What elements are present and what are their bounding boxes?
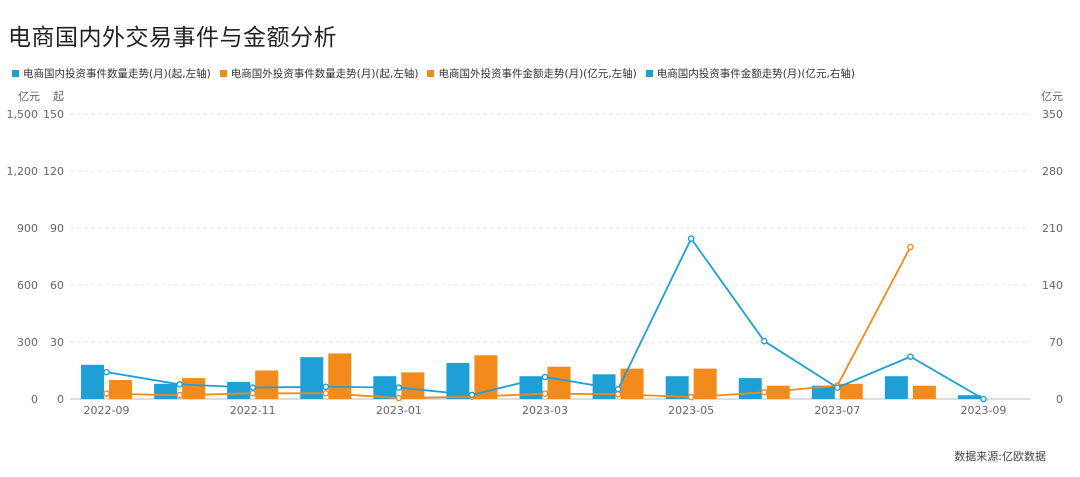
foreign-amount-point xyxy=(322,389,330,397)
domestic-amount-point xyxy=(834,384,841,391)
right-tick-label: 350 xyxy=(1042,108,1063,121)
x-tick-label: 2023-01 xyxy=(376,404,422,417)
bar-foreign-count xyxy=(255,370,279,399)
x-tick-label: 2023-09 xyxy=(960,404,1006,417)
left-count-tick-label: 150 xyxy=(43,108,64,121)
bar-domestic-count xyxy=(81,364,105,399)
bar-foreign-count xyxy=(693,368,717,399)
bar-foreign-count xyxy=(839,383,863,399)
foreign-amount-point xyxy=(907,243,914,251)
domestic-amount-point xyxy=(614,385,622,393)
x-tick-label: 2022-09 xyxy=(84,404,130,417)
right-tick-label: 0 xyxy=(1056,393,1063,406)
bar-foreign-count xyxy=(474,355,498,399)
bar-domestic-count xyxy=(884,376,908,399)
domestic-amount-point xyxy=(468,391,476,399)
domestic-amount-point xyxy=(176,381,183,388)
right-axis-unit: 亿元 xyxy=(1041,90,1063,103)
left-amount-tick-label: 0 xyxy=(31,393,38,406)
left-amount-axis-unit: 亿元 xyxy=(18,90,40,103)
left-amount-tick-label: 900 xyxy=(17,222,38,235)
bar-domestic-count xyxy=(154,383,178,399)
foreign-amount-line xyxy=(106,246,912,399)
chart-plot: 0 0 0 300 30 70 600 60 140 900 90 210 1,200 120 280 1,5… xyxy=(7,90,1064,417)
foreign-amount-point xyxy=(760,389,768,396)
left-count-tick-label: 120 xyxy=(43,165,64,178)
left-count-axis-unit: 起 xyxy=(53,90,64,103)
foreign-amount-point xyxy=(249,389,256,397)
x-tick-label: 2022-11 xyxy=(230,404,276,417)
domestic-amount-point xyxy=(395,384,403,391)
left-amount-tick-label: 300 xyxy=(17,336,38,349)
bar-foreign-count xyxy=(912,385,936,399)
right-tick-label: 140 xyxy=(1042,279,1063,292)
bar-foreign-count xyxy=(401,372,425,399)
domestic-amount-point xyxy=(760,337,768,345)
left-amount-tick-label: 600 xyxy=(17,279,38,292)
left-count-tick-label: 30 xyxy=(50,336,64,349)
foreign-amount-point xyxy=(176,391,183,399)
foreign-amount-point xyxy=(687,393,695,401)
data-source-note: 数据来源:亿欧数据 xyxy=(954,450,1046,463)
foreign-amount-point xyxy=(103,390,110,397)
left-amount-tick-label: 1,200 xyxy=(7,165,39,178)
bar-foreign-count xyxy=(328,353,352,399)
bar-domestic-count xyxy=(738,378,762,399)
left-count-tick-label: 60 xyxy=(50,279,64,292)
domestic-amount-point xyxy=(980,395,987,403)
right-tick-label: 280 xyxy=(1042,165,1063,178)
domestic-amount-point xyxy=(687,235,695,242)
left-amount-tick-label: 1,500 xyxy=(7,108,39,121)
right-tick-label: 70 xyxy=(1049,336,1063,349)
domestic-amount-point xyxy=(249,384,256,391)
domestic-amount-point xyxy=(322,383,330,391)
left-count-tick-label: 0 xyxy=(57,393,64,406)
x-tick-label: 2023-05 xyxy=(668,404,714,417)
left-count-tick-label: 90 xyxy=(50,222,64,235)
bar-foreign-count xyxy=(109,380,133,399)
bar-domestic-count xyxy=(227,381,251,399)
x-tick-label: 2023-07 xyxy=(814,404,860,417)
domestic-amount-point xyxy=(541,373,549,381)
foreign-amount-point xyxy=(395,394,403,402)
x-tick-label: 2023-03 xyxy=(522,404,568,417)
domestic-amount-point xyxy=(103,368,110,376)
right-tick-label: 210 xyxy=(1042,222,1063,235)
foreign-amount-point xyxy=(541,390,549,397)
domestic-amount-point xyxy=(907,353,914,360)
